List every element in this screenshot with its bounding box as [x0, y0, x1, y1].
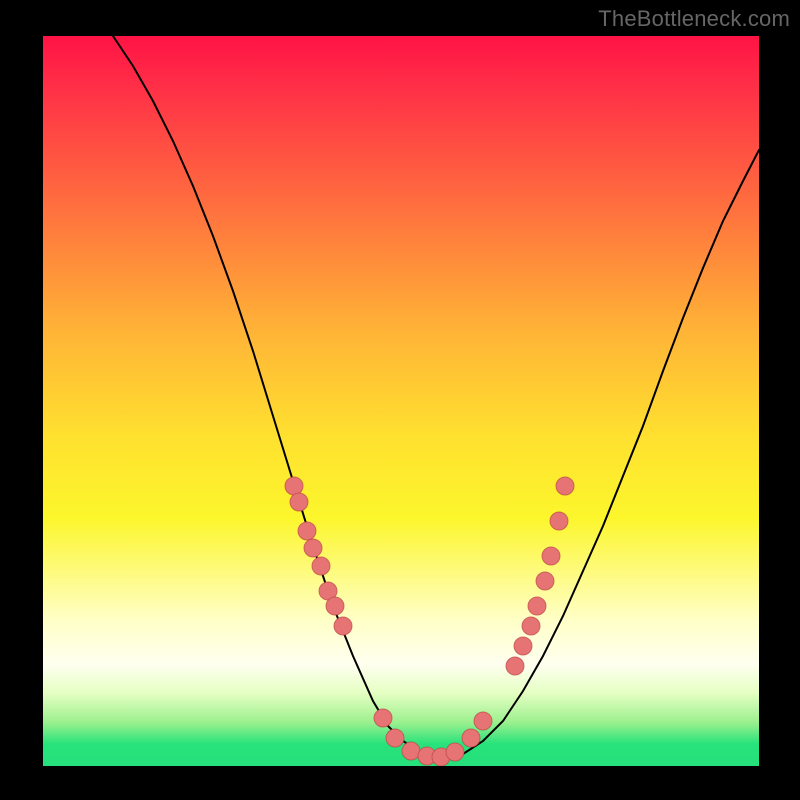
highlight-dot [522, 617, 540, 635]
highlight-dot [528, 597, 546, 615]
highlight-dot [446, 743, 464, 761]
highlight-dot [290, 493, 308, 511]
highlight-dot [298, 522, 316, 540]
highlight-dot [402, 742, 420, 760]
highlight-dot [285, 477, 303, 495]
highlight-dot [462, 729, 480, 747]
highlight-dot [474, 712, 492, 730]
highlight-dot [386, 729, 404, 747]
highlight-dot [374, 709, 392, 727]
highlight-dots-group [285, 477, 574, 766]
plot-area [43, 36, 759, 766]
highlight-dot [334, 617, 352, 635]
bottleneck-curve [113, 36, 759, 758]
highlight-dot [304, 539, 322, 557]
watermark-text: TheBottleneck.com [598, 6, 790, 32]
highlight-dot [514, 637, 532, 655]
highlight-dot [556, 477, 574, 495]
highlight-dot [536, 572, 554, 590]
chart-frame: TheBottleneck.com [0, 0, 800, 800]
highlight-dot [506, 657, 524, 675]
highlight-dot [326, 597, 344, 615]
highlight-dot [312, 557, 330, 575]
highlight-dot [550, 512, 568, 530]
highlight-dot [542, 547, 560, 565]
curve-svg [43, 36, 759, 766]
